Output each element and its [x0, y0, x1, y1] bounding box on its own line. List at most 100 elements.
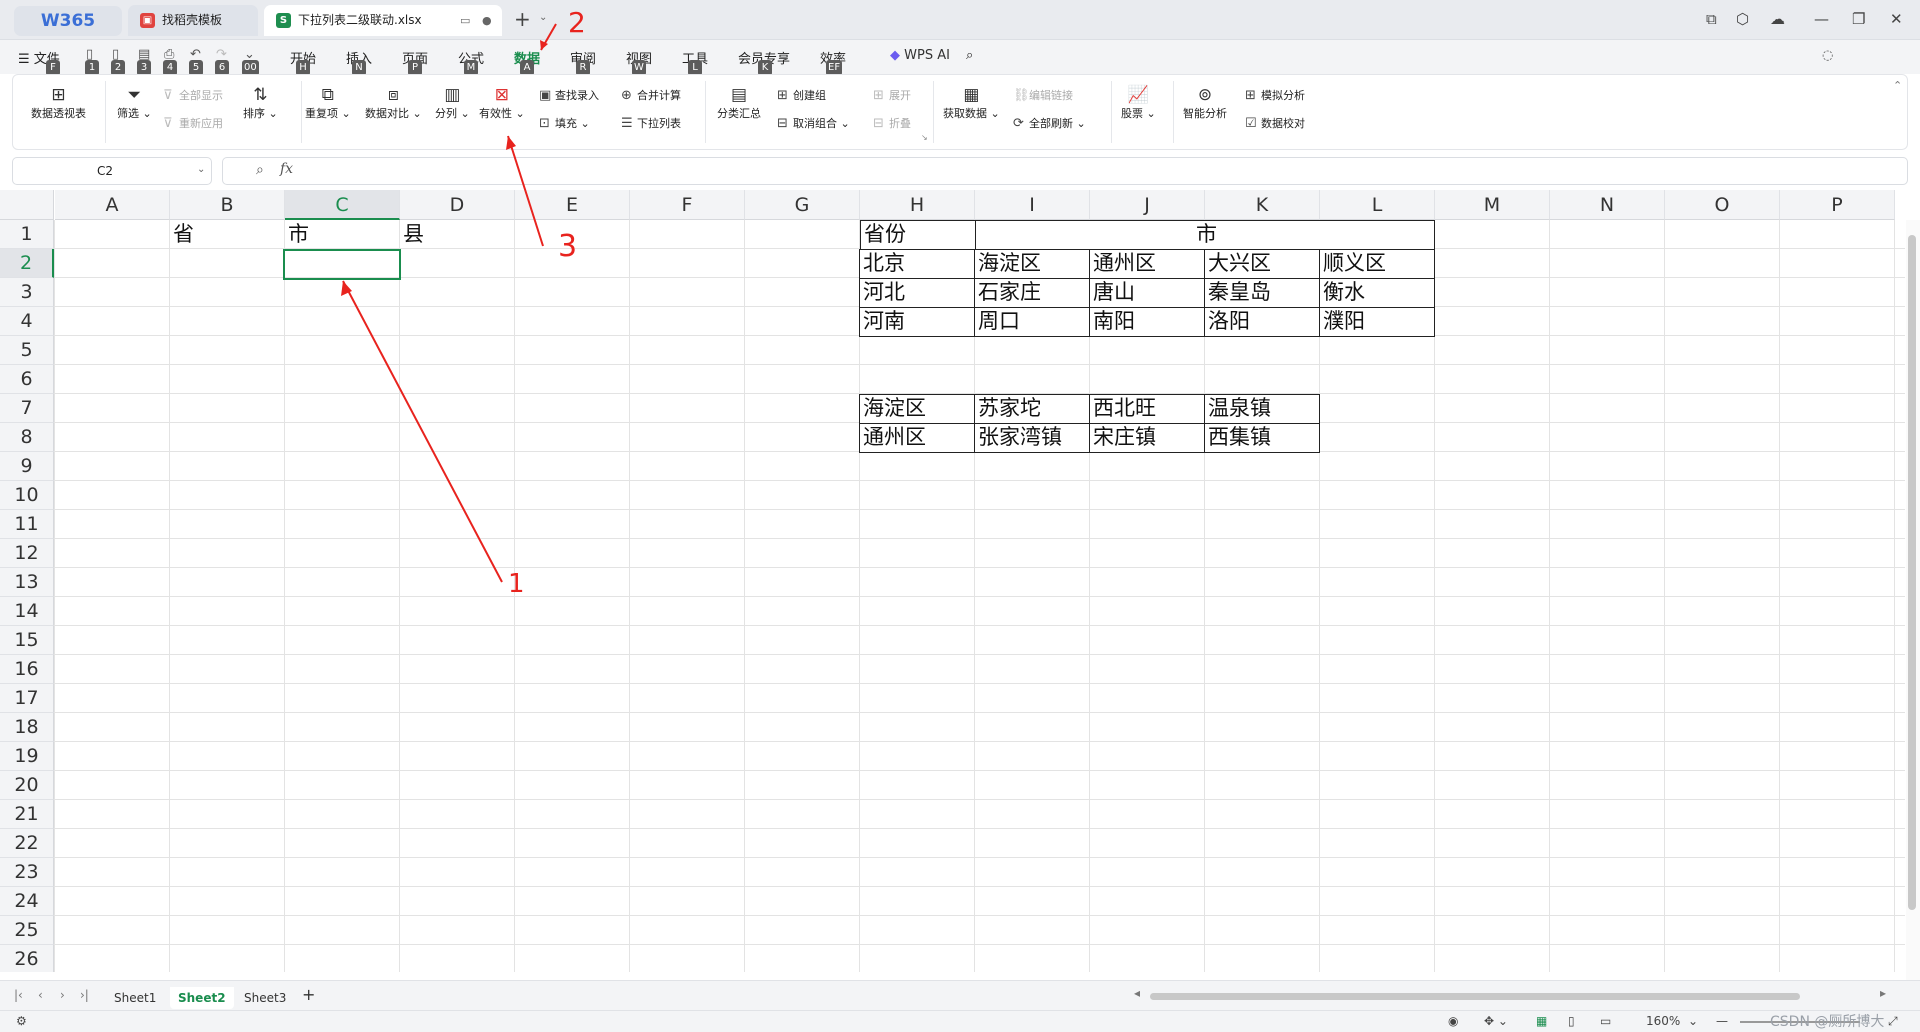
column-header-B[interactable]: B: [170, 190, 285, 220]
next-sheet-icon[interactable]: ›: [60, 988, 65, 1002]
row-header-20[interactable]: 20: [0, 771, 54, 800]
page-break-icon[interactable]: ▭: [1600, 1014, 1611, 1028]
validity-button[interactable]: ⊠ 有效性 ⌄: [479, 85, 525, 121]
sheet-tab-1[interactable]: Sheet1: [106, 987, 164, 1009]
column-header-D[interactable]: D: [400, 190, 515, 220]
column-header-O[interactable]: O: [1665, 190, 1780, 220]
window-layout-icon[interactable]: ⧉: [1706, 10, 1717, 28]
duplicates-button[interactable]: ⧉ 重复项 ⌄: [305, 85, 351, 121]
table1-cell[interactable]: 濮阳: [1319, 307, 1435, 337]
last-sheet-icon[interactable]: ›|: [80, 988, 89, 1002]
column-header-I[interactable]: I: [975, 190, 1090, 220]
zoom-chevron-icon[interactable]: ⌄: [1688, 1014, 1698, 1028]
row-header-16[interactable]: 16: [0, 655, 54, 684]
name-box[interactable]: C2: [12, 157, 212, 185]
screen-icon[interactable]: ▭: [460, 5, 470, 36]
table2-cell[interactable]: 苏家坨: [974, 394, 1090, 424]
row-header-23[interactable]: 23: [0, 858, 54, 887]
table1-cell[interactable]: 河北: [859, 278, 975, 308]
table1-cell[interactable]: 石家庄: [974, 278, 1090, 308]
row-header-13[interactable]: 13: [0, 568, 54, 597]
row-header-11[interactable]: 11: [0, 510, 54, 539]
table1-cell[interactable]: 河南: [859, 307, 975, 337]
ungroup-button[interactable]: ⊟ 取消组合 ⌄: [777, 115, 850, 131]
restore-icon[interactable]: ❐: [1852, 10, 1865, 28]
close-icon[interactable]: ✕: [1890, 10, 1903, 28]
row-header-5[interactable]: 5: [0, 336, 54, 365]
row-header-14[interactable]: 14: [0, 597, 54, 626]
dropdown-list-button[interactable]: ☰ 下拉列表: [621, 115, 681, 131]
row-header-3[interactable]: 3: [0, 278, 54, 307]
column-header-J[interactable]: J: [1090, 190, 1205, 220]
filter-button[interactable]: ⏷ 筛选 ⌄: [117, 85, 152, 121]
column-header-M[interactable]: M: [1435, 190, 1550, 220]
table1-header-province[interactable]: 省份: [860, 220, 976, 250]
row-header-15[interactable]: 15: [0, 626, 54, 655]
cell-B1[interactable]: 省: [170, 220, 285, 249]
row-header-7[interactable]: 7: [0, 394, 54, 423]
table1-cell[interactable]: 通州区: [1089, 249, 1205, 279]
refresh-all-button[interactable]: ⟳ 全部刷新 ⌄: [1013, 115, 1086, 131]
sheet-tab-3[interactable]: Sheet3: [236, 987, 294, 1009]
scroll-left-icon[interactable]: ◂: [1134, 986, 1140, 1000]
column-header-G[interactable]: G: [745, 190, 860, 220]
table1-cell[interactable]: 衡水: [1319, 278, 1435, 308]
row-header-25[interactable]: 25: [0, 916, 54, 945]
row-header-26[interactable]: 26: [0, 945, 54, 972]
row-header-19[interactable]: 19: [0, 742, 54, 771]
reapply-button[interactable]: ⊽ 重新应用: [163, 115, 223, 131]
row-header-22[interactable]: 22: [0, 829, 54, 858]
collapse-button[interactable]: ⊟ 折叠: [873, 115, 911, 131]
cell-D1[interactable]: 县: [400, 220, 515, 249]
row-header-1[interactable]: 1: [0, 220, 54, 249]
row-header-10[interactable]: 10: [0, 481, 54, 510]
formula-input[interactable]: [222, 157, 1908, 185]
stocks-button[interactable]: 📈 股票 ⌄: [1121, 85, 1156, 121]
sheet-tab-2[interactable]: Sheet2: [170, 987, 234, 1009]
search-icon[interactable]: ⌕: [966, 48, 973, 63]
row-header-24[interactable]: 24: [0, 887, 54, 916]
table2-cell[interactable]: 通州区: [859, 423, 975, 453]
comment-icon[interactable]: ◌: [1822, 48, 1833, 63]
add-sheet-button[interactable]: +: [302, 985, 315, 1004]
horizontal-scroll-thumb[interactable]: [1150, 993, 1800, 1000]
ribbon-collapse-icon[interactable]: ⌃: [1893, 79, 1902, 92]
minimize-icon[interactable]: —: [1814, 10, 1829, 28]
column-header-C[interactable]: C: [285, 190, 400, 220]
chevron-down-icon[interactable]: ⌄: [539, 12, 547, 23]
row-header-17[interactable]: 17: [0, 684, 54, 713]
dot-icon[interactable]: ●: [482, 5, 492, 36]
vertical-scroll-thumb[interactable]: [1908, 235, 1916, 910]
cube-icon[interactable]: ⬡: [1736, 10, 1749, 28]
macro-icon[interactable]: ⚙: [16, 1014, 27, 1028]
smart-analysis-button[interactable]: ⊚ 智能分析: [1183, 85, 1227, 121]
zoom-out-icon[interactable]: —: [1716, 1014, 1728, 1028]
merge-calc-button[interactable]: ⊕ 合并计算: [621, 87, 681, 103]
column-header-A[interactable]: A: [55, 190, 170, 220]
table2-cell[interactable]: 温泉镇: [1204, 394, 1320, 424]
table1-cell[interactable]: 南阳: [1089, 307, 1205, 337]
ribbon-expand-icon[interactable]: ↘: [921, 133, 928, 142]
get-data-button[interactable]: ▦ 获取数据 ⌄: [943, 85, 1000, 121]
edit-links-button[interactable]: ⛓编辑链接: [1013, 87, 1073, 103]
table1-cell[interactable]: 周口: [974, 307, 1090, 337]
selected-cell-outline[interactable]: [283, 249, 401, 280]
new-tab-button[interactable]: +: [514, 9, 531, 29]
create-group-button[interactable]: ⊞ 创建组: [777, 87, 826, 103]
table1-cell[interactable]: 北京: [859, 249, 975, 279]
table2-cell[interactable]: 张家湾镇: [974, 423, 1090, 453]
row-header-21[interactable]: 21: [0, 800, 54, 829]
eye-protection-icon[interactable]: ◉: [1448, 1014, 1458, 1028]
table2-cell[interactable]: 西北旺: [1089, 394, 1205, 424]
row-header-18[interactable]: 18: [0, 713, 54, 742]
expand-button[interactable]: ⊞ 展开: [873, 87, 911, 103]
what-if-button[interactable]: ⊞ 模拟分析: [1245, 87, 1305, 103]
sort-button[interactable]: ⇅ 排序 ⌄: [243, 85, 278, 121]
row-header-9[interactable]: 9: [0, 452, 54, 481]
table2-cell[interactable]: 宋庄镇: [1089, 423, 1205, 453]
compare-button[interactable]: ⧈ 数据对比 ⌄: [365, 85, 422, 121]
column-header-E[interactable]: E: [515, 190, 630, 220]
prev-sheet-icon[interactable]: ‹: [38, 988, 43, 1002]
table1-cell[interactable]: 顺义区: [1319, 249, 1435, 279]
wps-ai-button[interactable]: ◆ WPS AI: [890, 48, 950, 63]
